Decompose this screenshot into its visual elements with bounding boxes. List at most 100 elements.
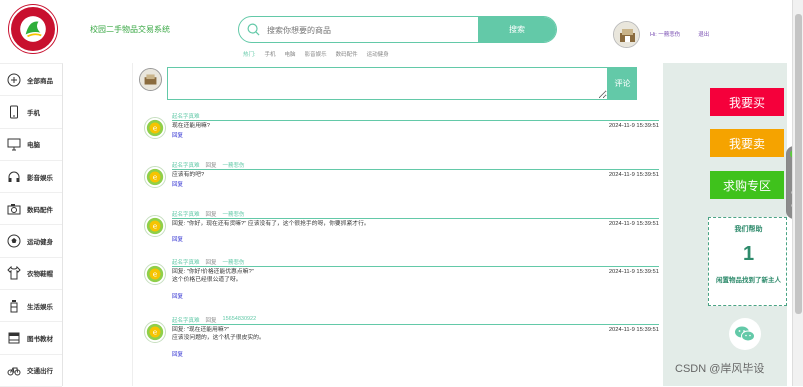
comment-time: 2024-11-9 15:39:51	[608, 172, 659, 178]
sidebar-item-computer[interactable]: 电脑	[0, 129, 62, 161]
comment-time: 2024-11-9 15:39:51	[608, 221, 659, 227]
sidebar-item-label: 数码配件	[27, 206, 53, 214]
wanted-button[interactable]: 求购专区	[710, 171, 784, 199]
page-scrollbar[interactable]	[792, 0, 803, 386]
sidebar-item-phone[interactable]: 手机	[0, 96, 62, 129]
hot-item-media[interactable]: 影音娱乐	[305, 50, 327, 58]
current-user-avatar	[139, 68, 162, 91]
sidebar-item-life[interactable]: 生活娱乐	[0, 290, 62, 323]
comment-header: 起名字真难 回复 一務悲伤	[172, 161, 245, 169]
user-greeting: Hi: 一務悲伤 退出	[650, 30, 709, 38]
reply-to-user[interactable]: 15654830922	[223, 316, 257, 324]
comment-divider	[172, 218, 659, 219]
submit-comment-button[interactable]: 评论	[608, 67, 637, 100]
reply-link[interactable]: 回复	[172, 235, 183, 243]
commenter-avatar: e	[144, 117, 166, 139]
comment-divider	[172, 120, 659, 121]
sidebar-item-label: 手机	[27, 109, 40, 117]
commenter-name[interactable]: 起名字真难	[172, 161, 200, 169]
football-icon	[6, 234, 21, 249]
logout-link[interactable]: 退出	[698, 30, 709, 38]
commenter-name[interactable]: 起名字真难	[172, 210, 200, 218]
headphones-icon	[6, 169, 21, 184]
comment-text: 回复: "你好!价格还能优惠点嘛?" 这个价格已经很公道了呀。	[172, 269, 254, 283]
help-subtitle: 闲置物品找到了新主人	[716, 276, 781, 284]
book-icon	[6, 331, 21, 346]
comment-header: 起名字真难 回复 一務悲伤	[172, 258, 245, 266]
commenter-avatar: e	[144, 166, 166, 188]
sidebar-item-sports[interactable]: 运动健身	[0, 225, 62, 258]
commenter-name[interactable]: 起名字真难	[172, 316, 200, 324]
comment-time: 2024-11-9 15:39:51	[608, 123, 659, 129]
camera-icon	[6, 201, 21, 216]
commenter-name[interactable]: 起名字真难	[172, 112, 200, 120]
site-logo[interactable]	[9, 5, 57, 53]
wechat-icon[interactable]	[729, 318, 761, 350]
left-gutter	[63, 63, 132, 386]
svg-text:e: e	[153, 173, 158, 182]
site-title: 校园二手物品交易系统	[90, 25, 170, 34]
shirt-icon	[6, 266, 21, 281]
buy-button[interactable]: 我要买	[710, 88, 784, 116]
user-avatar[interactable]	[613, 21, 640, 48]
watermark: CSDN @岸风毕设	[675, 363, 765, 375]
comment-divider	[172, 169, 659, 170]
help-count: 1	[742, 243, 755, 265]
sidebar-item-clothing[interactable]: 衣物鞋帽	[0, 258, 62, 291]
commenter-avatar: e	[144, 215, 166, 237]
hot-item-computer[interactable]: 电脑	[285, 50, 296, 58]
search-button[interactable]: 搜索	[478, 17, 556, 42]
comment-item: e 起名字真难 回复 一務悲伤 应该有的吧? 回复 2024-11-9 15:3…	[141, 161, 659, 197]
commenter-name[interactable]: 起名字真难	[172, 258, 200, 266]
comment-header: 起名字真难 回复 15654830922	[172, 316, 256, 324]
sidebar-item-books[interactable]: 图书教材	[0, 322, 62, 355]
plus-circle-icon	[6, 72, 21, 87]
sidebar-item-all[interactable]: 全部商品	[0, 64, 62, 97]
comment-divider	[172, 266, 659, 267]
category-sidebar: 全部商品 手机 电脑 影音娱乐 数码配件 运动健身 衣物鞋帽 生活娱乐 图书教材…	[0, 63, 63, 387]
search-input[interactable]	[267, 23, 467, 37]
sidebar-item-label: 运动健身	[27, 239, 53, 247]
hot-item-sports[interactable]: 运动健身	[367, 50, 389, 58]
sell-button[interactable]: 我要卖	[710, 129, 784, 157]
sidebar-item-label: 生活娱乐	[27, 303, 53, 311]
sidebar-item-label: 衣物鞋帽	[27, 271, 53, 279]
svg-text:e: e	[153, 222, 158, 231]
reply-link[interactable]: 回复	[172, 131, 183, 139]
comment-text: 回复: "现在还能用嘛?" 应该没问题的，这个机子很皮实的。	[172, 327, 265, 341]
bike-icon	[6, 363, 21, 378]
monitor-icon	[6, 137, 21, 152]
comment-item: e 起名字真难 现在还能用嘛? 回复 2024-11-9 15:39:51	[141, 112, 659, 148]
svg-text:e: e	[153, 328, 158, 337]
comment-time: 2024-11-9 15:39:51	[608, 269, 659, 275]
reply-link[interactable]: 回复	[172, 180, 183, 188]
reply-to-user[interactable]: 一務悲伤	[223, 258, 245, 266]
reply-link[interactable]: 回复	[172, 350, 183, 358]
sidebar-item-label: 图书教材	[27, 336, 53, 344]
sidebar-item-media[interactable]: 影音娱乐	[0, 161, 62, 194]
search-icon	[247, 23, 260, 36]
comment-header: 起名字真难 回复 一務悲伤	[172, 210, 245, 218]
sidebar-item-label: 交通出行	[27, 368, 53, 376]
reply-link[interactable]: 回复	[172, 292, 183, 300]
sidebar-item-label: 全部商品	[27, 77, 53, 85]
svg-text:e: e	[153, 124, 158, 133]
reply-to-user[interactable]: 一務悲伤	[223, 210, 245, 218]
sidebar-item-digital[interactable]: 数码配件	[0, 193, 62, 226]
comment-divider	[172, 324, 659, 325]
comment-header: 起名字真难	[172, 112, 200, 120]
phone-icon	[6, 104, 21, 119]
comments-section: 评论 e 起名字真难 现在还能用嘛? 回复 2024-11-9 15:39:51…	[132, 63, 663, 386]
hot-item-digital[interactable]: 数码配件	[336, 50, 358, 58]
reply-to-user[interactable]: 一務悲伤	[223, 161, 245, 169]
hot-label: 热门:	[243, 52, 256, 58]
comment-textarea[interactable]	[167, 67, 608, 100]
greeting-text[interactable]: Hi: 一務悲伤	[650, 30, 680, 38]
reply-to-label: 回复	[205, 212, 217, 218]
sidebar-item-transport[interactable]: 交通出行	[0, 355, 62, 387]
comment-text: 应该有的吧?	[172, 172, 205, 178]
scrollbar-thumb[interactable]	[795, 14, 802, 314]
comment-item: e 起名字真难 回复 15654830922 回复: "现在还能用嘛?" 应该没…	[141, 316, 659, 360]
help-title: 我们帮助	[734, 224, 763, 233]
hot-item-phone[interactable]: 手机	[265, 50, 276, 58]
